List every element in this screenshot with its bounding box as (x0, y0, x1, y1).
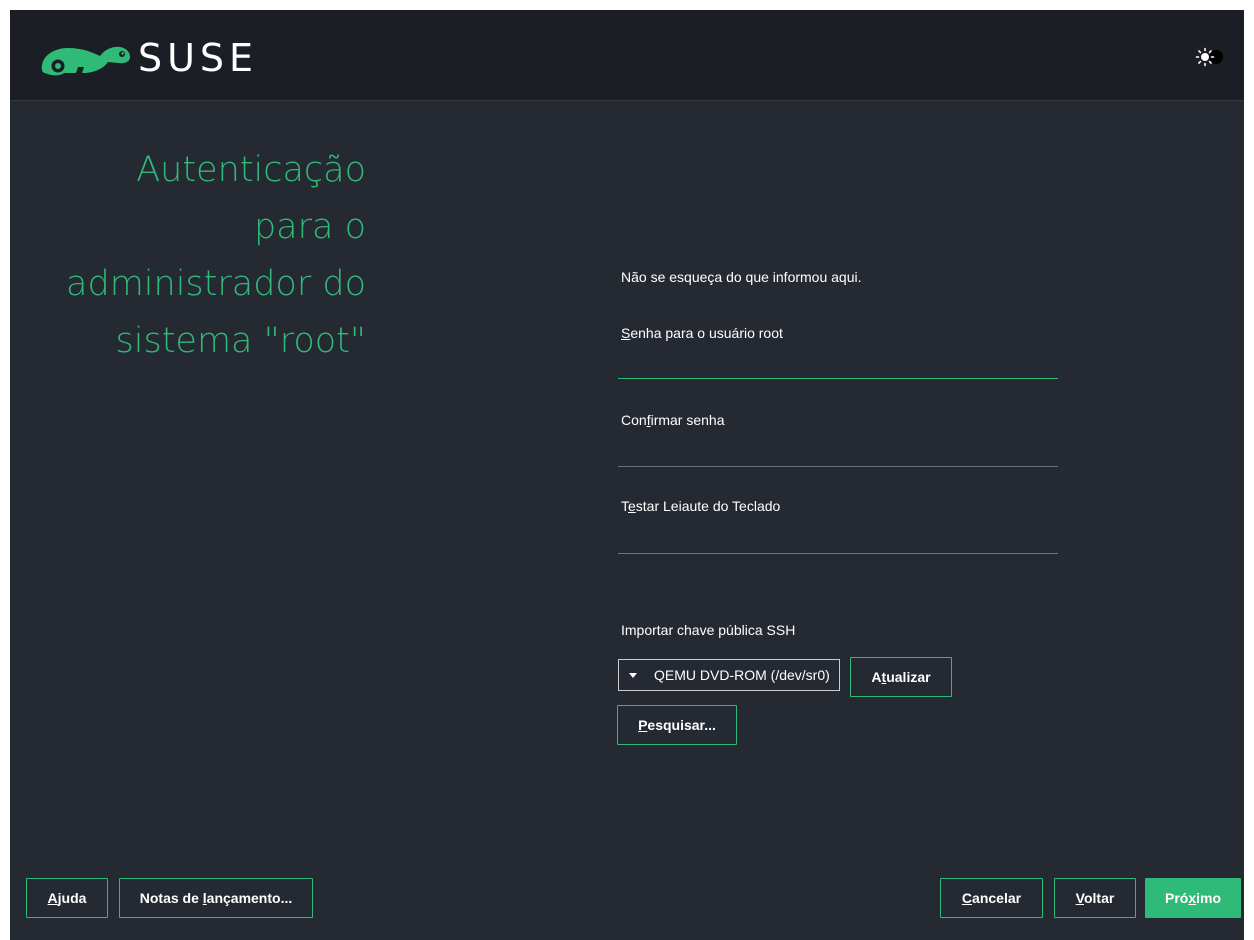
chameleon-icon (41, 46, 130, 76)
refresh-button-text: ualizar (886, 669, 931, 685)
next-button[interactable]: Próximo (1145, 878, 1241, 918)
help-button-mnemonic: A (47, 890, 58, 906)
header-bar: SUSE (10, 10, 1244, 101)
password-label-text: enha para o usuário root (630, 325, 783, 341)
page-title-line: sistema "root" (115, 321, 367, 361)
confirm-password-label: Confirmar senha (621, 411, 725, 429)
sun-moon-toggle-icon (1195, 47, 1223, 67)
refresh-button-before: A (871, 669, 882, 685)
keyboard-test-label: Testar Leiaute do Teclado (621, 497, 780, 515)
next-button-text: imo (1196, 890, 1222, 906)
keyboard-label-text: star Leiaute do Teclado (635, 498, 781, 514)
help-button-text: juda (57, 890, 87, 906)
confirm-password-field[interactable] (618, 440, 1058, 467)
page-title: Autenticação para o administrador do sis… (30, 142, 366, 370)
release-notes-text: ançamento... (206, 890, 293, 906)
cancel-button[interactable]: Cancelar (940, 878, 1043, 918)
ssh-device-select[interactable]: QEMU DVD-ROM (/dev/sr0) (618, 659, 840, 691)
refresh-button[interactable]: Atualizar (850, 657, 952, 697)
release-notes-before: Notas de (139, 890, 203, 906)
browse-button[interactable]: Pesquisar... (617, 705, 737, 745)
installer-window: SUSE Autenticação para o administrador d… (10, 10, 1244, 940)
ssh-device-value: QEMU DVD-ROM (/dev/sr0) (654, 667, 830, 683)
password-field[interactable] (618, 352, 1058, 379)
back-button[interactable]: Voltar (1054, 878, 1136, 918)
password-label-mnemonic: S (621, 325, 631, 341)
keyboard-test-field[interactable] (618, 527, 1058, 554)
help-button[interactable]: Ajuda (26, 878, 108, 918)
next-button-mnemonic: x (1188, 890, 1197, 906)
back-button-text: oltar (1083, 890, 1115, 906)
ssh-key-label: Importar chave pública SSH (621, 622, 796, 638)
next-button-before: Pró (1164, 890, 1189, 906)
confirm-label-text: irmar senha (650, 412, 725, 428)
confirm-label-before: Con (621, 412, 647, 428)
theme-toggle[interactable] (1194, 46, 1226, 68)
cancel-button-text: ancelar (972, 890, 1022, 906)
suse-wordmark: SUSE (138, 36, 259, 80)
dropdown-caret-icon (629, 673, 637, 678)
keyboard-label-before: T (621, 498, 628, 514)
cancel-button-mnemonic: C (961, 890, 973, 906)
suse-logo: SUSE (38, 36, 298, 80)
back-button-mnemonic: V (1075, 890, 1084, 906)
browse-button-text: esquisar... (647, 717, 716, 733)
password-label: Senha para o usuário root (621, 324, 783, 342)
page-title-line: para o (253, 207, 366, 247)
page-title-line: Autenticação (136, 150, 366, 190)
page-title-line: administrador do (66, 264, 366, 304)
password-note: Não se esqueça do que informou aqui. (621, 269, 862, 285)
keyboard-label-mnemonic: e (628, 498, 636, 514)
release-notes-button[interactable]: Notas de lançamento... (119, 878, 313, 918)
